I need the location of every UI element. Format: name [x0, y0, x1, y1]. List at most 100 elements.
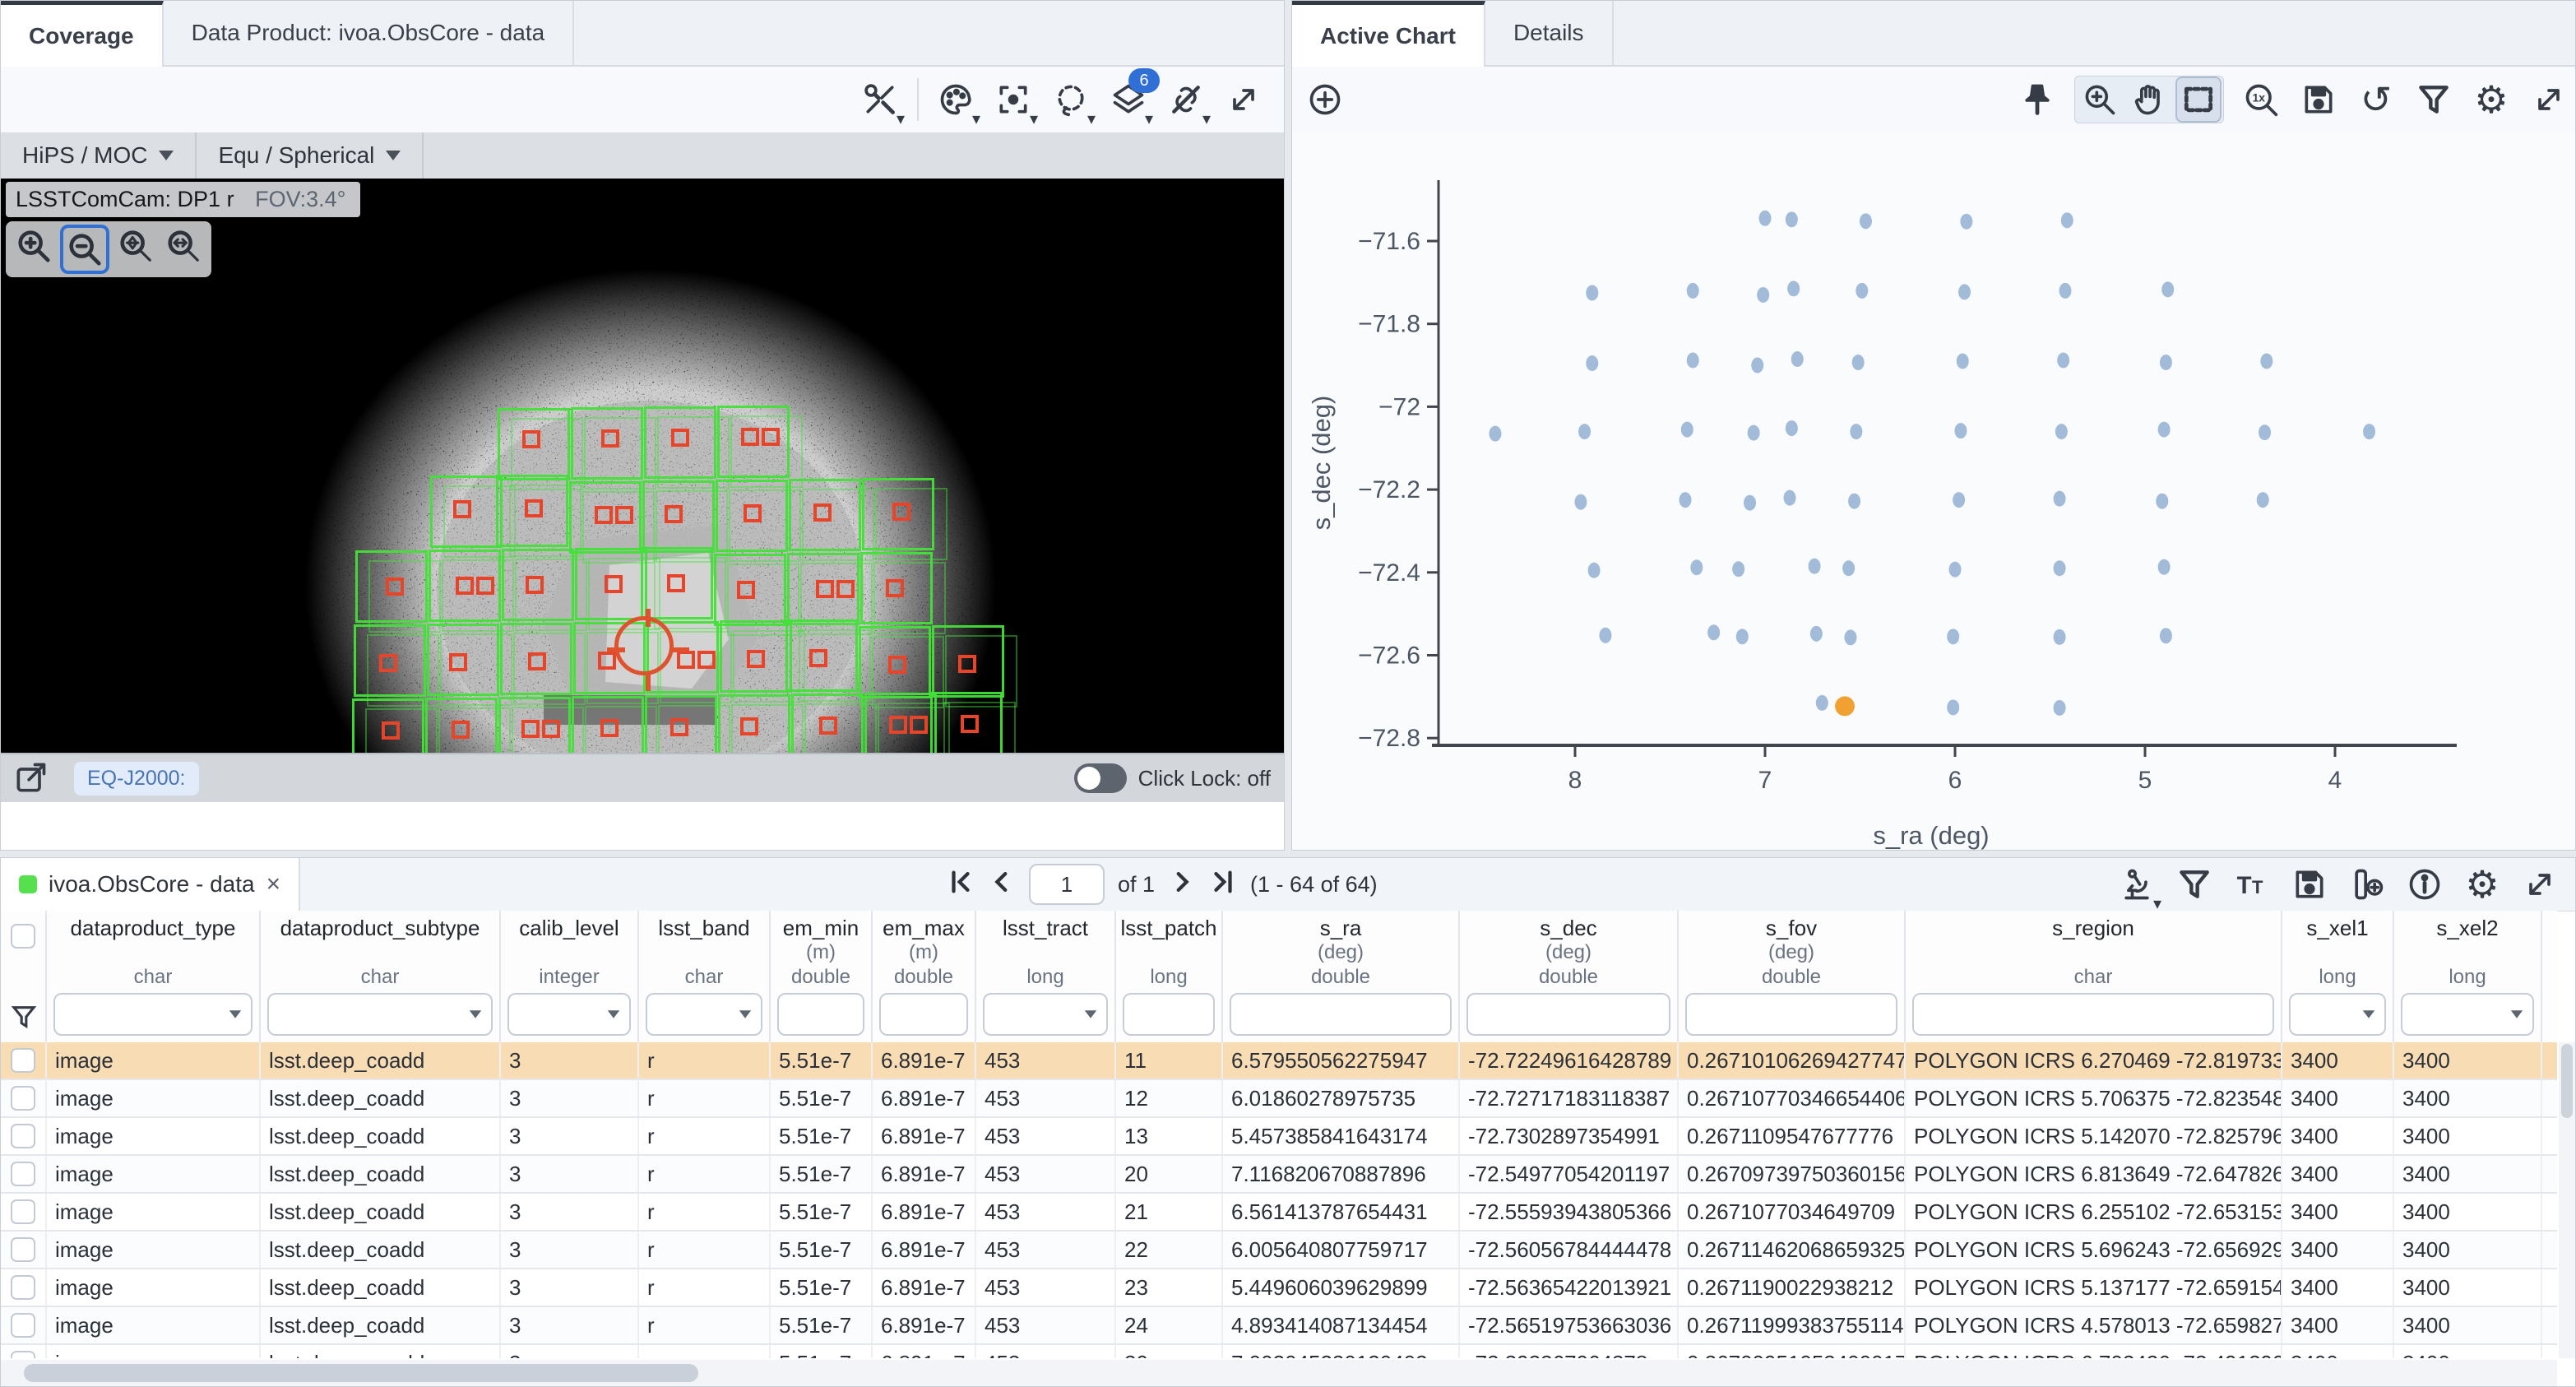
table-cell[interactable]: 3400	[2282, 1118, 2394, 1154]
table-cell[interactable]: 0.26710106269427747	[1679, 1042, 1906, 1079]
table-cell[interactable]: POLYGON ICRS 6.813649 -72.647826 7.44	[1906, 1156, 2282, 1192]
patch-center-marker[interactable]	[521, 720, 540, 738]
row-checkbox[interactable]	[11, 1162, 35, 1186]
patch-center-marker[interactable]	[456, 577, 474, 595]
table-cell[interactable]: 3	[501, 1307, 639, 1343]
table-cell[interactable]: 3400	[2282, 1269, 2394, 1306]
scatter-point[interactable]	[1489, 426, 1501, 442]
scatter-point[interactable]	[1786, 211, 1798, 227]
table-tab[interactable]: ivoa.ObsCore - data ×	[1, 858, 300, 911]
scatter-point[interactable]	[1844, 629, 1856, 645]
scatter-point[interactable]	[1690, 559, 1703, 575]
scatter-point[interactable]	[1856, 283, 1868, 299]
table-cell[interactable]: POLYGON ICRS 5.137177 -72.659154 5.77	[1906, 1269, 2282, 1306]
tab-data-product[interactable]: Data Product: ivoa.ObsCore - data	[164, 1, 575, 65]
table-cell[interactable]: image	[47, 1307, 261, 1343]
patch-center-marker[interactable]	[886, 579, 904, 597]
scatter-point[interactable]	[1574, 494, 1587, 510]
scatter-point[interactable]	[1687, 353, 1699, 369]
table-cell[interactable]: 453	[976, 1269, 1116, 1306]
unlink-icon[interactable]: ▾	[1165, 78, 1207, 121]
table-cell[interactable]: -72.72717183118387	[1460, 1080, 1679, 1116]
scatter-point[interactable]	[2260, 354, 2273, 369]
table-cell[interactable]: 3	[501, 1232, 639, 1268]
info-icon[interactable]	[2403, 863, 2446, 906]
table-cell[interactable]: image	[47, 1042, 261, 1079]
filter-input-dataproduct_subtype[interactable]	[267, 993, 493, 1036]
table-cell[interactable]: 453	[976, 1345, 1116, 1358]
patch-center-marker[interactable]	[386, 578, 404, 596]
table-cell[interactable]: 7.116820670887896	[1223, 1156, 1460, 1192]
patch-center-marker[interactable]	[892, 503, 910, 521]
table-cell[interactable]: 5.51e-7	[771, 1156, 873, 1192]
filter-input-em_max[interactable]	[879, 993, 968, 1036]
row-checkbox[interactable]	[11, 1275, 35, 1300]
chevron-down-icon[interactable]	[229, 1010, 241, 1018]
patch-center-marker[interactable]	[741, 428, 759, 446]
table-cell[interactable]: 3400	[2282, 1156, 2394, 1192]
filter-input-lsst_tract[interactable]	[983, 993, 1108, 1036]
scatter-point[interactable]	[1850, 424, 1862, 439]
table-cell[interactable]: 6.561413787654431	[1223, 1194, 1460, 1230]
table-cell[interactable]: r	[639, 1118, 771, 1154]
row-checkbox[interactable]	[11, 1124, 35, 1148]
column-header-s_xel2[interactable]: s_xel2 long	[2394, 911, 2542, 1042]
table-cell[interactable]: 24	[1116, 1307, 1223, 1343]
table-cell[interactable]: POLYGON ICRS 6.270469 -72.819733 6.90	[1906, 1042, 2282, 1079]
table-cell[interactable]: 6.891e-7	[873, 1042, 976, 1079]
table-cell[interactable]: 3400	[2282, 1080, 2394, 1116]
table-cell[interactable]: 30	[1116, 1345, 1223, 1358]
table-cell[interactable]: lsst.deep_coadd	[261, 1118, 501, 1154]
save-table-icon[interactable]	[2288, 863, 2331, 906]
table-cell[interactable]: r	[639, 1345, 771, 1358]
scatter-point[interactable]	[1751, 358, 1763, 373]
scatter-point[interactable]	[1957, 354, 1969, 369]
filter-input-s_xel2[interactable]	[2401, 993, 2534, 1036]
patch-center-marker[interactable]	[542, 720, 560, 738]
patch-center-marker[interactable]	[740, 717, 758, 735]
pin-icon[interactable]	[2016, 78, 2059, 121]
selected-scatter-point[interactable]	[1835, 696, 1855, 716]
vertical-scrollbar-thumb[interactable]	[2561, 1044, 2573, 1118]
table-cell[interactable]: image	[47, 1156, 261, 1192]
table-row[interactable]: imagelsst.deep_coadd3r5.51e-76.891e-7453…	[1, 1042, 2557, 1080]
table-cell[interactable]: 0.2671077034649709	[1679, 1194, 1906, 1230]
table-cell[interactable]: 5.51e-7	[771, 1118, 873, 1154]
filter-input-dataproduct_type[interactable]	[53, 993, 253, 1036]
patch-center-marker[interactable]	[670, 718, 688, 736]
page-number-input[interactable]	[1029, 864, 1105, 905]
filter-input-s_dec[interactable]	[1466, 993, 1670, 1036]
table-row[interactable]: imagelsst.deep_coadd3r5.51e-76.891e-7453…	[1, 1345, 2557, 1358]
table-cell[interactable]: POLYGON ICRS 5.142070 -72.825796 5.78	[1906, 1118, 2282, 1154]
add-column-icon[interactable]	[2346, 863, 2388, 906]
scatter-point[interactable]	[2156, 494, 2168, 509]
patch-center-marker[interactable]	[525, 499, 543, 517]
row-checkbox[interactable]	[11, 1086, 35, 1111]
table-cell[interactable]: 3400	[2394, 1307, 2542, 1343]
restore-chart-icon[interactable]: ↺	[2355, 78, 2398, 121]
patch-center-marker[interactable]	[816, 580, 834, 598]
table-cell[interactable]: POLYGON ICRS 5.696243 -72.656929 6.32	[1906, 1232, 2282, 1268]
microscope-icon[interactable]: ▾	[2115, 863, 2158, 906]
table-row[interactable]: imagelsst.deep_coadd3r5.51e-76.891e-7453…	[1, 1232, 2557, 1269]
column-header-s_dec[interactable]: s_dec (deg) double	[1460, 911, 1679, 1042]
table-cell[interactable]: 3	[501, 1269, 639, 1306]
patch-center-marker[interactable]	[476, 577, 494, 595]
table-cell[interactable]: 3	[501, 1345, 639, 1358]
last-page-button[interactable]	[1209, 868, 1237, 902]
filter-input-s_region[interactable]	[1912, 993, 2274, 1036]
scatter-point[interactable]	[1958, 284, 1971, 299]
table-cell[interactable]: r	[639, 1194, 771, 1230]
table-cell[interactable]: -72.54977054201197	[1460, 1156, 1679, 1192]
column-header-em_max[interactable]: em_max (m) double	[873, 911, 976, 1042]
table-cell[interactable]: 6.005640807759717	[1223, 1232, 1460, 1268]
chevron-down-icon[interactable]	[2363, 1010, 2374, 1018]
table-cell[interactable]: 3400	[2394, 1118, 2542, 1154]
table-cell[interactable]: 4.893414087134454	[1223, 1307, 1460, 1343]
scatter-point[interactable]	[2158, 422, 2171, 438]
table-cell[interactable]: 12	[1116, 1080, 1223, 1116]
scatter-point[interactable]	[1810, 626, 1823, 642]
patch-center-marker[interactable]	[744, 504, 762, 522]
table-cell[interactable]: 0.2671190022938212	[1679, 1269, 1906, 1306]
table-row[interactable]: imagelsst.deep_coadd3r5.51e-76.891e-7453…	[1, 1269, 2557, 1307]
